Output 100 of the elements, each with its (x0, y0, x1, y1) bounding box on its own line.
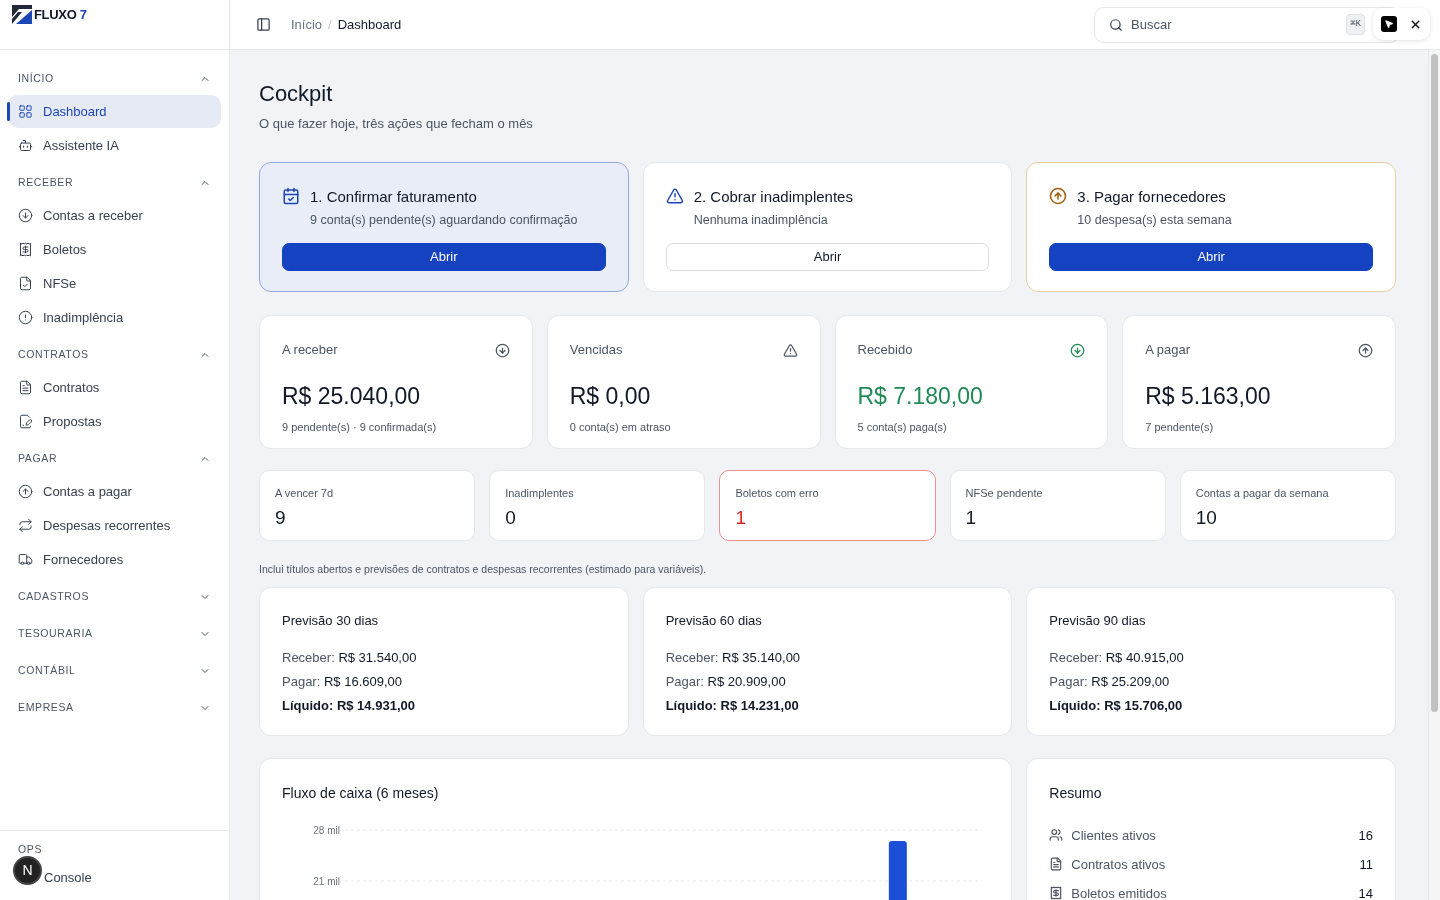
section-header[interactable]: CONTÁBIL (8, 654, 221, 687)
document-icon (1049, 857, 1064, 872)
kpi-label: Vencidas (569, 340, 623, 359)
counter-value: 1 (735, 506, 747, 530)
document-pen-icon (18, 414, 33, 429)
kpi-label: Recebido (857, 340, 913, 359)
nav-item[interactable]: Boletos (8, 233, 221, 266)
kpi-label: A pagar (1145, 340, 1191, 359)
forecast-line: Receber: R$ 31.540,00 (282, 648, 418, 667)
logo-icon (12, 5, 32, 24)
breadcrumb-link[interactable]: Dashboard (337, 14, 402, 35)
counter-label: NFSe pendente (965, 485, 1044, 501)
section-header: OPS (18, 843, 43, 855)
cursor-icon[interactable] (1381, 16, 1397, 32)
counter-label: Boletos com erro (735, 485, 820, 501)
robot-icon (18, 138, 33, 153)
kpi-value: R$ 7.180,00 (857, 382, 984, 411)
counter-label: A vencer 7d (275, 485, 335, 501)
arrow-down-circle-icon (494, 342, 510, 358)
truck-icon (18, 552, 33, 567)
chart-bar (888, 841, 907, 900)
kpi-label: A receber (282, 340, 338, 359)
warning-icon (782, 342, 798, 358)
kpi-note: 5 conta(s) paga(s) (857, 419, 948, 435)
sidebar-toggle-icon[interactable] (256, 17, 271, 32)
page-subtitle: O que fazer hoje, três ações que fecham o mês (259, 115, 534, 133)
grid-icon (18, 104, 33, 119)
summary-label: Contratos ativos (1071, 855, 1166, 874)
forecast-line: Receber: R$ 35.140,00 (665, 648, 802, 667)
forecast-line: Líquido: R$ 15.706,00 (1049, 696, 1184, 715)
receipt-icon (1049, 886, 1064, 900)
document-icon (18, 380, 33, 395)
open-button[interactable]: Abrir (282, 242, 606, 271)
kpi-note: 0 conta(s) em atraso (569, 419, 672, 435)
nav-item[interactable]: Inadimplência (8, 301, 221, 334)
section-header[interactable]: INÍCIO (8, 62, 221, 95)
kpi-value: R$ 25.040,00 (282, 382, 422, 411)
forecast-line: Receber: R$ 40.915,00 (1049, 648, 1185, 667)
axis-label: 28 mil (313, 824, 340, 836)
nav-item[interactable]: Contratos (8, 371, 221, 404)
counter-label: Contas a pagar da semana (1195, 485, 1330, 501)
nav-item[interactable]: Console (44, 870, 92, 886)
dev-badge[interactable]: N (13, 856, 42, 885)
section-header[interactable]: EMPRESA (8, 691, 221, 724)
breadcrumb-separator: / (328, 15, 332, 34)
kpi-value: R$ 5.163,00 (1145, 382, 1272, 411)
open-button[interactable]: Abrir (1049, 242, 1373, 271)
arrow-up-circle-icon (1358, 342, 1373, 358)
forecast-line: Pagar: R$ 20.909,00 (665, 672, 787, 691)
summary-value: 16 (1358, 826, 1373, 845)
document-check-icon (18, 276, 33, 291)
shortcut-key: ⌘K (1346, 13, 1365, 36)
action-title: 2. Cobrar inadimplentes (693, 186, 853, 207)
nav-item[interactable]: Despesas recorrentes (8, 509, 221, 542)
counter-label: Inadimplentes (505, 485, 575, 501)
search-field[interactable]: Buscar (1131, 14, 1339, 35)
action-title: 1. Confirmar faturamento (310, 186, 478, 207)
forecast-title: Previsão 90 dias (1049, 612, 1147, 631)
arrow-down-circle-icon (1070, 342, 1086, 358)
nav-item[interactable]: Assistente IA (8, 129, 221, 162)
summary-label: Boletos emitidos (1071, 884, 1167, 900)
nav-item[interactable]: Fornecedores (8, 543, 221, 576)
arrow-up-circle-icon (1049, 186, 1068, 205)
forecast-line: Pagar: R$ 16.609,00 (282, 672, 403, 691)
nav-item[interactable]: Dashboard (8, 95, 221, 128)
nav-item[interactable]: Contas a receber (8, 199, 221, 232)
nav-item[interactable]: Contas a pagar (8, 475, 221, 508)
section-header[interactable]: PAGAR (8, 442, 221, 475)
forecast-title: Previsão 30 dias (282, 612, 380, 631)
action-subtitle: 10 despesa(s) esta semana (1077, 212, 1232, 229)
forecast-line: Líquido: R$ 14.931,00 (282, 696, 416, 715)
section-header[interactable]: CONTRATOS (8, 338, 221, 371)
nav-item[interactable]: Propostas (8, 405, 221, 438)
counter-value: 1 (965, 506, 978, 530)
summary-value: 14 (1358, 884, 1373, 900)
logo-text: FLUXO 7 (34, 6, 87, 24)
receipt-icon (18, 242, 33, 257)
warning-icon (665, 186, 684, 205)
breadcrumb-link[interactable]: Início (291, 14, 323, 35)
section-header[interactable]: RECEBER (8, 166, 221, 199)
calendar-check-icon (282, 186, 300, 205)
forecast-note: Inclui títulos abertos e previsões de contratos e despesas recorrentes (estimado para variáveis). (259, 561, 708, 577)
nav-item[interactable]: NFSe (8, 267, 221, 300)
section-header[interactable]: TESOURARIA (8, 617, 221, 650)
counter-value: 9 (275, 506, 287, 530)
summary-label: Clientes ativos (1071, 826, 1156, 845)
kpi-value: R$ 0,00 (569, 382, 652, 411)
alert-circle-icon (18, 310, 33, 325)
section-header[interactable]: CADASTROS (8, 580, 221, 613)
action-title: 3. Pagar fornecedores (1077, 186, 1227, 207)
page-title: Cockpit (259, 80, 334, 108)
counter-value: 10 (1195, 506, 1218, 530)
repeat-icon (18, 518, 33, 533)
axis-label: 21 mil (313, 875, 340, 887)
action-subtitle: 9 conta(s) pendente(s) aguardando confirmação (310, 212, 578, 229)
users-icon (1049, 828, 1064, 843)
counter-value: 0 (505, 506, 517, 530)
open-button[interactable]: Abrir (665, 242, 990, 271)
forecast-line: Pagar: R$ 25.209,00 (1049, 672, 1171, 691)
forecast-line: Líquido: R$ 14.231,00 (665, 696, 800, 715)
